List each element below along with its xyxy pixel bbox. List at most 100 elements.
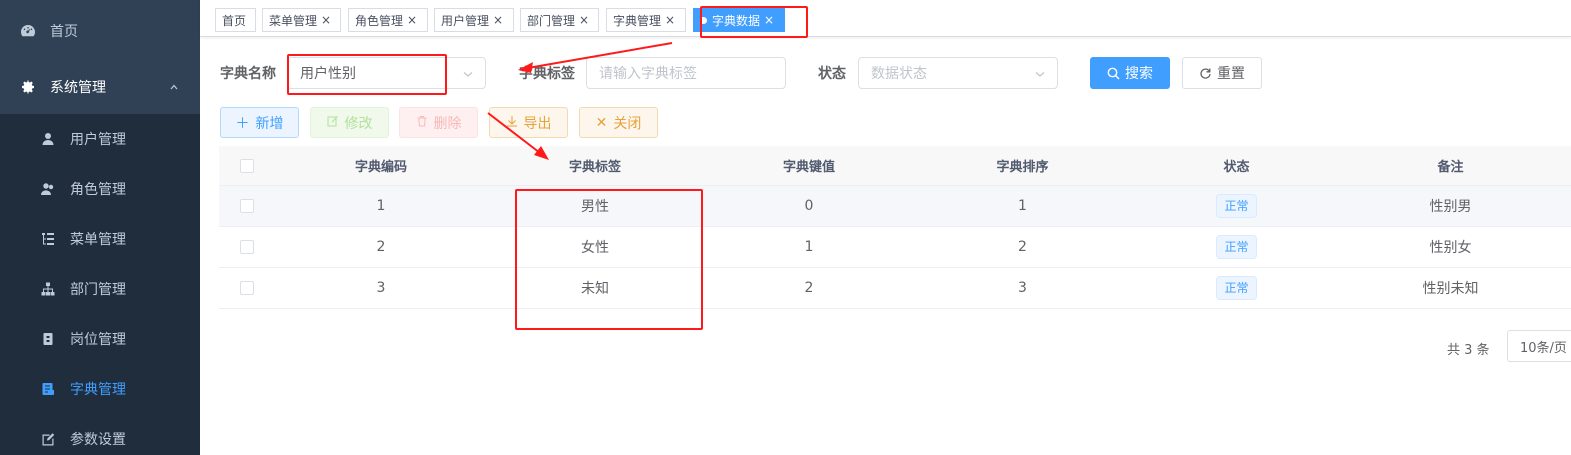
tag-label: 字典数据 xyxy=(712,13,761,28)
user-icon xyxy=(40,131,56,147)
dict-label-input[interactable]: 请输入字典标签 xyxy=(586,57,786,89)
remark-cell: 性别未知 xyxy=(1422,281,1479,297)
tag-label: 角色管理 xyxy=(355,13,404,28)
column-header: 备注 xyxy=(1437,160,1464,175)
search-button[interactable]: 搜索 xyxy=(1090,57,1170,89)
close-icon[interactable]: × xyxy=(579,13,589,27)
dict-name-value: 用户性别 xyxy=(300,66,356,82)
row-checkbox[interactable] xyxy=(240,199,254,213)
gear-icon xyxy=(20,79,36,95)
tag-menu[interactable]: 菜单管理 × xyxy=(262,8,341,32)
dict-icon xyxy=(40,381,56,397)
close-icon[interactable]: × xyxy=(407,13,417,27)
close-icon[interactable]: × xyxy=(493,13,503,27)
status-select[interactable]: 数据状态 xyxy=(858,57,1058,89)
trash-icon xyxy=(416,115,428,131)
add-button[interactable]: ＋ 新增 xyxy=(220,107,299,138)
sidebar-item-role[interactable]: 角色管理 xyxy=(0,164,200,214)
status-badge: 正常 xyxy=(1216,276,1257,300)
tag-dict[interactable]: 字典管理 × xyxy=(606,8,686,32)
chevron-up-icon xyxy=(170,84,178,90)
edit-button[interactable]: 修改 xyxy=(310,107,389,138)
status-placeholder: 数据状态 xyxy=(871,66,927,82)
dict-code-cell: 2 xyxy=(376,239,386,255)
search-button-label: 搜索 xyxy=(1125,66,1153,82)
sidebar-item-user[interactable]: 用户管理 xyxy=(0,114,200,164)
tree-table-icon xyxy=(40,231,56,247)
table-row[interactable]: 1 男性 0 1 正常 性别男 xyxy=(219,186,1571,227)
reset-button[interactable]: 重置 xyxy=(1182,57,1262,89)
reset-button-label: 重置 xyxy=(1217,66,1245,82)
menu-home-label: 首页 xyxy=(50,24,78,40)
close-button[interactable]: ✕ 关闭 xyxy=(579,107,658,138)
column-header: 字典排序 xyxy=(996,160,1049,175)
row-checkbox[interactable] xyxy=(240,281,254,295)
tag-dict-data[interactable]: 字典数据 × xyxy=(693,8,785,32)
edit-icon xyxy=(327,115,339,131)
dict-name-select[interactable]: 用户性别 xyxy=(287,57,486,89)
refresh-icon xyxy=(1199,67,1212,80)
sidebar-item-label: 菜单管理 xyxy=(70,232,126,248)
tag-dept[interactable]: 部门管理 × xyxy=(520,8,599,32)
tag-label: 字典管理 xyxy=(613,13,662,28)
status-label: 状态 xyxy=(818,66,846,82)
chevron-down-icon xyxy=(463,72,473,77)
sidebar-item-label: 参数设置 xyxy=(70,432,126,448)
export-button[interactable]: 导出 xyxy=(489,107,568,138)
sidebar-item-dict[interactable]: 字典管理 xyxy=(0,364,200,414)
dict-sort-cell: 2 xyxy=(1018,239,1027,255)
dict-label-label: 字典标签 xyxy=(519,66,575,82)
search-icon xyxy=(1107,67,1120,80)
table-row[interactable]: 3 未知 2 3 正常 性别未知 xyxy=(219,268,1571,309)
peoples-icon xyxy=(40,181,56,197)
page-size-select[interactable]: 10条/页 xyxy=(1507,330,1571,362)
row-checkbox[interactable] xyxy=(240,240,254,254)
status-badge: 正常 xyxy=(1216,194,1257,218)
close-icon[interactable]: × xyxy=(665,13,675,27)
export-button-label: 导出 xyxy=(523,115,552,132)
add-button-label: 新增 xyxy=(255,115,284,132)
sidebar-item-post[interactable]: 岗位管理 xyxy=(0,314,200,364)
dict-value-cell: 1 xyxy=(804,239,814,255)
column-header: 字典编码 xyxy=(354,160,407,175)
close-icon[interactable]: × xyxy=(321,13,331,27)
delete-button[interactable]: 删除 xyxy=(399,107,478,138)
dict-value-cell: 0 xyxy=(804,198,814,214)
post-icon xyxy=(40,331,56,347)
dict-label-cell: 男性 xyxy=(581,199,609,215)
sidebar-item-menu[interactable]: 菜单管理 xyxy=(0,214,200,264)
dashboard-icon xyxy=(20,23,36,39)
sidebar-item-label: 岗位管理 xyxy=(70,332,126,348)
select-all-checkbox[interactable] xyxy=(240,158,254,173)
column-header: 状态 xyxy=(1223,160,1250,175)
plus-icon: ＋ xyxy=(235,115,250,132)
chevron-down-icon xyxy=(1035,72,1045,77)
sidebar-item-label: 部门管理 xyxy=(70,282,126,298)
sidebar-item-config[interactable]: 参数设置 xyxy=(0,414,200,455)
table-header: 字典编码 字典标签 字典键值 字典排序 状态 备注 xyxy=(219,146,1571,186)
column-header: 字典标签 xyxy=(568,160,621,175)
download-icon xyxy=(506,115,518,131)
sidebar-item-label: 字典管理 xyxy=(70,382,126,398)
status-badge: 正常 xyxy=(1216,235,1257,259)
menu-home[interactable]: 首页 xyxy=(0,6,200,56)
remark-cell: 性别女 xyxy=(1429,240,1472,256)
table-row[interactable]: 2 女性 1 2 正常 性别女 xyxy=(219,227,1571,268)
dict-sort-cell: 3 xyxy=(1018,280,1027,296)
tag-user[interactable]: 用户管理 × xyxy=(434,8,514,32)
close-button-label: 关闭 xyxy=(613,115,642,132)
dict-label-cell: 未知 xyxy=(581,281,609,297)
sidebar-item-dept[interactable]: 部门管理 xyxy=(0,264,200,314)
pagination-total: 共 3 条 xyxy=(1447,343,1490,358)
dict-sort-cell: 1 xyxy=(1018,198,1027,214)
tag-home[interactable]: 首页 xyxy=(215,8,256,32)
tag-label: 菜单管理 xyxy=(269,13,318,28)
edit-button-label: 修改 xyxy=(344,115,373,132)
tag-role[interactable]: 角色管理 × xyxy=(348,8,428,32)
dict-value-cell: 2 xyxy=(804,280,814,296)
edit-icon xyxy=(40,431,56,447)
menu-system[interactable]: 系统管理 xyxy=(0,62,200,112)
remark-cell: 性别男 xyxy=(1429,199,1472,215)
dict-name-label: 字典名称 xyxy=(220,66,276,82)
close-icon[interactable]: × xyxy=(764,13,774,27)
